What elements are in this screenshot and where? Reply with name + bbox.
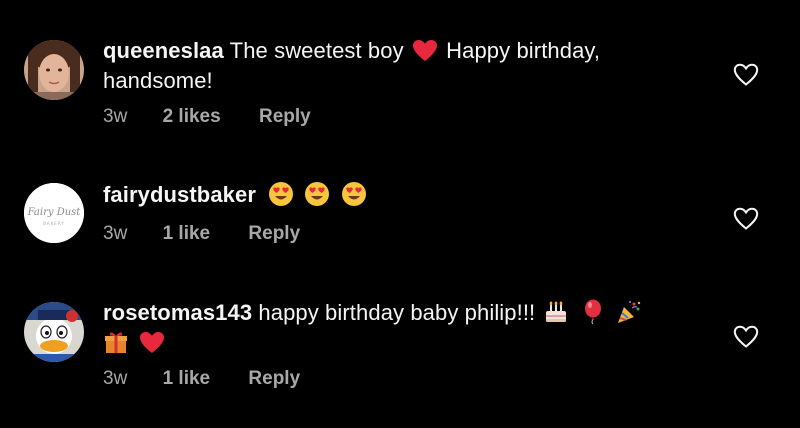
avatar[interactable]: Fairy Dust BAKERY [24, 183, 84, 243]
heart-eyes-emoji [341, 181, 367, 207]
comment-text: handsome! [103, 68, 213, 93]
birthday-cake-emoji [543, 299, 569, 325]
party-popper-emoji [616, 299, 642, 325]
comment-timestamp: 3w [103, 368, 128, 389]
heart-eyes-emoji [268, 181, 294, 207]
gift-emoji [103, 329, 129, 355]
comment-likes-count[interactable]: 1 like [163, 223, 211, 245]
comment-likes-count[interactable]: 2 likes [163, 106, 221, 128]
avatar[interactable] [24, 40, 84, 100]
comment-text: The sweetest boy [229, 38, 404, 63]
comment-text: Happy birthday, [446, 38, 601, 63]
comment-timestamp: 3w [103, 223, 128, 244]
heart-eyes-emoji [304, 181, 330, 207]
balloon-emoji [580, 299, 606, 325]
comment-username[interactable]: fairydustbaker [103, 182, 256, 207]
red-heart-emoji [412, 39, 438, 63]
bakery-logo-subtext: BAKERY [43, 221, 65, 226]
comment-username[interactable]: queeneslaa [103, 38, 224, 63]
reply-button[interactable]: Reply [248, 223, 300, 245]
comment-username[interactable]: rosetomas143 [103, 300, 252, 325]
avatar[interactable] [24, 302, 84, 362]
reply-button[interactable]: Reply [259, 106, 311, 128]
comment-timestamp: 3w [103, 106, 128, 127]
like-heart-icon[interactable] [733, 207, 759, 231]
like-heart-icon[interactable] [733, 325, 759, 349]
like-heart-icon[interactable] [733, 63, 759, 87]
comment-likes-count[interactable]: 1 like [163, 368, 211, 390]
red-heart-emoji [139, 331, 165, 355]
bakery-logo-text: Fairy Dust [27, 207, 82, 218]
comment-text: happy birthday baby philip!!! [258, 300, 536, 325]
reply-button[interactable]: Reply [248, 368, 300, 390]
